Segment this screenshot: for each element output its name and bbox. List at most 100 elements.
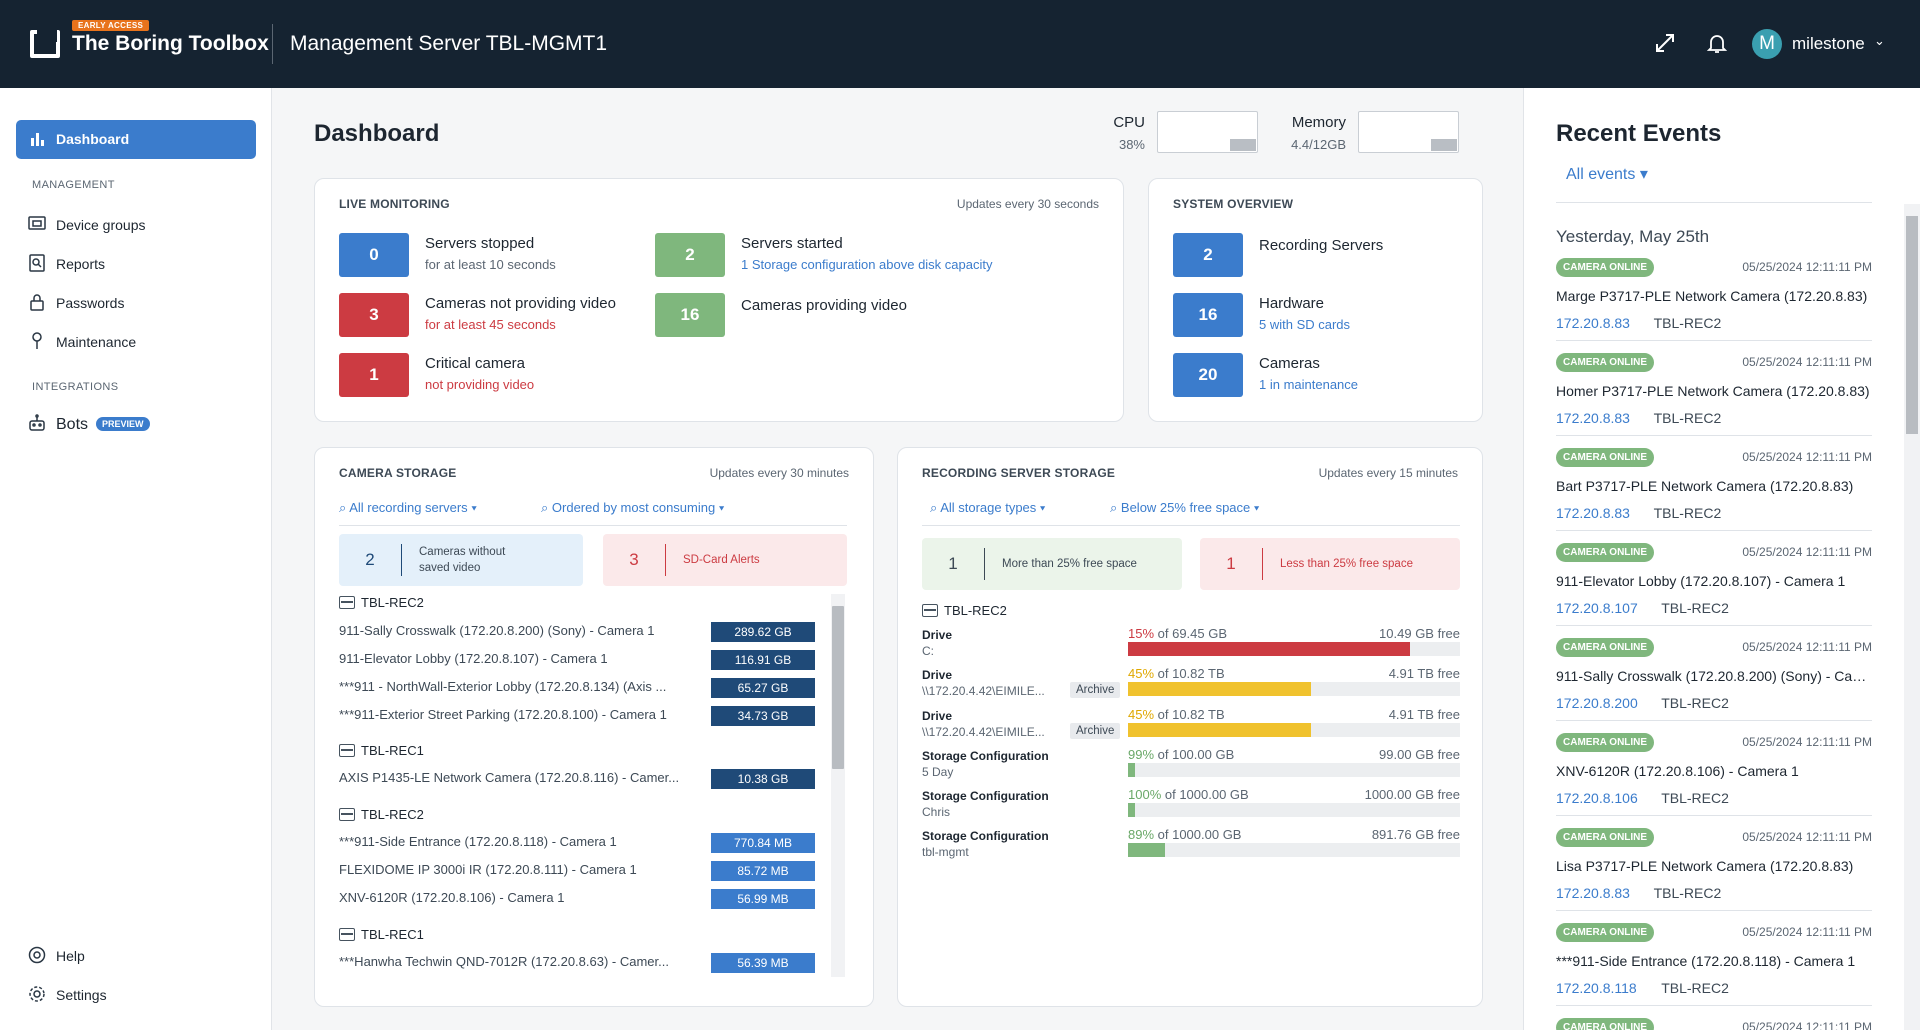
app-logo-icon[interactable] [30, 30, 60, 58]
camera-row[interactable]: AXIS P1435-LE Network Camera (172.20.8.1… [339, 770, 699, 785]
stat-sub-link[interactable]: 1 in maintenance [1259, 377, 1358, 392]
event-camera-name[interactable]: 911-Elevator Lobby (172.20.8.107) - Came… [1556, 573, 1872, 589]
drive-path: Chris [922, 805, 951, 819]
server-name: TBL-REC2 [361, 595, 424, 610]
camera-row[interactable]: XNV-6120R (172.20.8.106) - Camera 1 [339, 890, 699, 905]
chevron-down-icon[interactable]: ⌄ [1874, 33, 1885, 49]
free-space-filter[interactable]: ⌕ Below 25% free space ▾ [1110, 500, 1259, 516]
app-name[interactable]: The Boring Toolbox [72, 32, 269, 56]
stat-label: Cameras providing video [741, 297, 907, 314]
more-than-25-alert[interactable]: 1 More than 25% free space [922, 538, 1182, 590]
report-icon [28, 254, 46, 272]
order-filter[interactable]: ⌕ Ordered by most consuming ▾ [541, 500, 724, 516]
event-camera-name[interactable]: Homer P3717-PLE Network Camera (172.20.8… [1556, 383, 1872, 399]
scrollbar[interactable] [831, 594, 845, 977]
servers-started-count[interactable]: 2 [655, 233, 725, 277]
scrollbar-thumb[interactable] [1906, 216, 1918, 434]
divider [1556, 530, 1872, 531]
card-title: LIVE MONITORING [339, 197, 450, 211]
size-badge: 770.84 MB [711, 833, 815, 853]
storage-type-filter[interactable]: ⌕ All storage types ▾ [930, 500, 1045, 516]
avatar[interactable]: M [1752, 29, 1782, 59]
camera-row[interactable]: ***911-Side Entrance (172.20.8.118) - Ca… [339, 834, 699, 849]
sidebar-item-label: Reports [56, 256, 106, 272]
divider [272, 24, 273, 64]
stat-sub-link[interactable]: 5 with SD cards [1259, 317, 1350, 332]
camera-storage-card: CAMERA STORAGE Updates every 30 minutes … [314, 447, 874, 1007]
update-note: Updates every 30 seconds [956, 197, 1099, 211]
recording-servers-count[interactable]: 2 [1173, 233, 1243, 277]
cameras-count[interactable]: 20 [1173, 353, 1243, 397]
bell-icon[interactable] [1705, 32, 1729, 56]
camera-row[interactable]: ***Hanwha Techwin QND-7012R (172.20.8.63… [339, 954, 699, 969]
usage-bar-fill [1128, 682, 1311, 696]
sidebar-item-device-groups[interactable]: Device groups [28, 215, 258, 237]
usage-total: of 10.82 TB [1154, 707, 1225, 722]
scrollbar-thumb[interactable] [832, 606, 844, 769]
stat-sub-link[interactable]: 1 Storage configuration above disk capac… [741, 257, 993, 272]
management-section-label: MANAGEMENT [32, 179, 115, 191]
cameras-without-video-alert[interactable]: 2 Cameras without saved video [339, 534, 583, 586]
cameras-providing-count[interactable]: 16 [655, 293, 725, 337]
alert-label: Cameras without saved video [419, 546, 506, 574]
size-badge: 85.72 MB [711, 861, 815, 881]
event-ip-link[interactable]: 172.20.8.107 [1556, 600, 1638, 616]
stat-label: Cameras not providing video [425, 295, 616, 312]
usage-text: 45% of 10.82 TB [1128, 666, 1225, 681]
event-camera-name[interactable]: 911-Sally Crosswalk (172.20.8.200) (Sony… [1556, 668, 1872, 684]
usage-bar [1128, 803, 1460, 817]
camera-row[interactable]: ***911-Exterior Street Parking (172.20.8… [339, 707, 699, 722]
server-group-header: TBL-REC2 [922, 603, 1007, 618]
divider [339, 525, 847, 526]
event-camera-name[interactable]: XNV-6120R (172.20.8.106) - Camera 1 [1556, 763, 1872, 779]
event-ip-link[interactable]: 172.20.8.106 [1556, 790, 1638, 806]
sidebar-item-reports[interactable]: Reports [28, 254, 258, 276]
event-ip-link[interactable]: 172.20.8.118 [1556, 980, 1637, 996]
camera-row[interactable]: 911-Sally Crosswalk (172.20.8.200) (Sony… [339, 623, 699, 638]
filter-label: Ordered by most consuming [551, 500, 716, 515]
servers-stopped-count[interactable]: 0 [339, 233, 409, 277]
status-badge: CAMERA ONLINE [1556, 638, 1655, 657]
critical-camera-count[interactable]: 1 [339, 353, 409, 397]
username[interactable]: milestone [1792, 34, 1865, 54]
expand-icon[interactable] [1653, 32, 1677, 56]
camera-row[interactable]: 911-Elevator Lobby (172.20.8.107) - Came… [339, 651, 699, 666]
event-ip-link[interactable]: 172.20.8.83 [1556, 315, 1630, 331]
hardware-count[interactable]: 16 [1173, 293, 1243, 337]
drive-label: Storage Configuration [922, 789, 1049, 803]
recording-server-filter[interactable]: ⌕ All recording servers ▾ [339, 500, 477, 516]
event-ip-link[interactable]: 172.20.8.83 [1556, 410, 1630, 426]
less-than-25-alert[interactable]: 1 Less than 25% free space [1200, 538, 1460, 590]
event-time: 05/25/2024 12:11:11 PM [1742, 925, 1872, 939]
event-camera-name[interactable]: Lisa P3717-PLE Network Camera (172.20.8.… [1556, 858, 1872, 874]
divider [1262, 548, 1263, 580]
event-ip-link[interactable]: 172.20.8.83 [1556, 505, 1630, 521]
cameras-not-providing-count[interactable]: 3 [339, 293, 409, 337]
event-server: TBL-REC2 [1661, 790, 1729, 806]
free-space: 1000.00 GB free [1364, 787, 1460, 802]
sidebar-item-passwords[interactable]: Passwords [28, 293, 258, 315]
sidebar-item-settings[interactable]: Settings [28, 985, 258, 1007]
sidebar-item-maintenance[interactable]: Maintenance [28, 332, 258, 354]
event-camera-name[interactable]: ***911-Side Entrance (172.20.8.118) - Ca… [1556, 953, 1872, 969]
usage-bar-fill [1128, 642, 1411, 656]
sd-card-alerts[interactable]: 3 SD-Card Alerts [603, 534, 847, 586]
server-icon [339, 596, 355, 609]
cpu-label: CPU [1113, 114, 1145, 131]
events-filter[interactable]: All events ▾ [1566, 164, 1648, 184]
usage-bar [1128, 642, 1460, 656]
event-camera-name[interactable]: Marge P3717-PLE Network Camera (172.20.8… [1556, 288, 1872, 304]
alert-label: More than 25% free space [1002, 558, 1137, 570]
camera-row[interactable]: FLEXIDOME IP 3000i IR (172.20.8.111) - C… [339, 862, 699, 877]
event-ip-link[interactable]: 172.20.8.200 [1556, 695, 1638, 711]
early-access-badge: EARLY ACCESS [72, 20, 150, 31]
sidebar-item-bots[interactable]: Bots PREVIEW [28, 414, 258, 436]
event-camera-name[interactable]: Bart P3717-PLE Network Camera (172.20.8.… [1556, 478, 1872, 494]
memory-meter [1358, 111, 1459, 153]
camera-row[interactable]: ***911 - NorthWall-Exterior Lobby (172.2… [339, 679, 699, 694]
sidebar-item-dashboard[interactable]: Dashboard [16, 120, 256, 159]
event-ip-link[interactable]: 172.20.8.83 [1556, 885, 1630, 901]
sidebar-item-help[interactable]: Help [28, 946, 258, 968]
scrollbar[interactable] [1904, 204, 1920, 1030]
usage-percent: 100% [1128, 787, 1162, 802]
